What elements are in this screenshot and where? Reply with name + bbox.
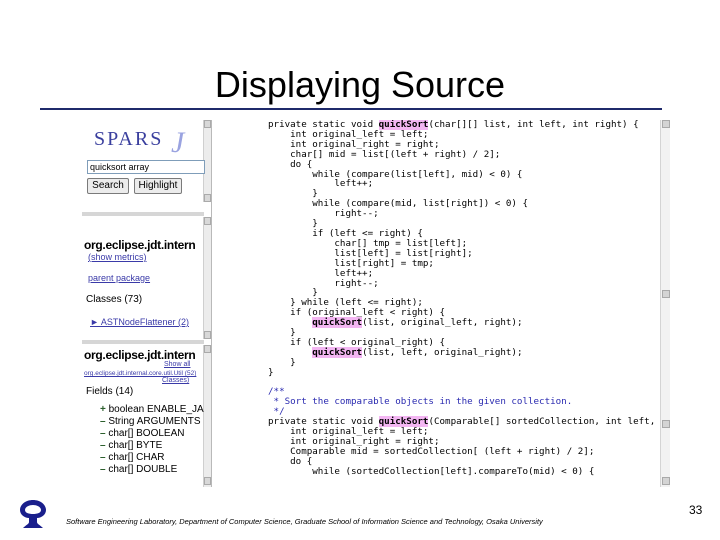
field-item[interactable]: + boolean ENABLE_JA (100, 404, 204, 415)
page-number: 33 (689, 503, 703, 517)
scroll-down-icon[interactable] (662, 477, 670, 485)
code-comment: * Sort the comparable objects in the giv… (268, 396, 573, 408)
classes-link[interactable]: Classes) (162, 377, 189, 384)
field-label: char[] BOOLEAN (108, 428, 185, 439)
sidebar-bottom-scrollbar[interactable] (203, 345, 211, 487)
osaka-university-logo (20, 500, 46, 528)
field-item[interactable]: – String ARGUMENTS (100, 416, 201, 427)
code-text: } (268, 366, 274, 378)
code-text: (Comparable[] sortedCollection, int left… (428, 416, 670, 428)
field-item[interactable]: – char[] DOUBLE (100, 464, 177, 475)
field-item[interactable]: – char[] BOOLEAN (100, 428, 184, 439)
field-label: char[] BYTE (108, 440, 163, 451)
code-line: char[] mid = list[(left + right) / 2]; (268, 149, 670, 160)
classes-heading: Classes (73) (86, 294, 143, 305)
scroll-thumb[interactable] (662, 420, 670, 428)
code-line: Comparable mid = sortedCollection[ (left… (268, 445, 670, 457)
package-name: org.eclipse.jdt.intern (84, 348, 196, 362)
sidebar-middle-scrollbar[interactable] (203, 217, 211, 339)
code-line: * Sort the comparable objects in the giv… (268, 397, 670, 407)
class-item[interactable]: ► ASTNodeFlattener (2) (90, 317, 189, 327)
logo-text: SPARS (94, 128, 164, 150)
package-name: org.eclipse.jdt.intern (84, 238, 196, 252)
logo-j: J (171, 126, 187, 159)
scroll-up-icon[interactable] (204, 217, 211, 225)
field-label: char[] DOUBLE (108, 464, 178, 475)
fields-heading: Fields (14) (86, 386, 134, 397)
code-text: (list, left, original_right); (362, 346, 523, 358)
field-access-marker: + (100, 404, 109, 415)
field-label: String ARGUMENTS (108, 416, 201, 427)
frame-divider[interactable] (82, 340, 204, 344)
scroll-down-icon[interactable] (204, 477, 211, 485)
field-label: boolean ENABLE_JA (108, 404, 204, 415)
code-line: quickSort(list, left, original_right); (268, 346, 670, 358)
source-code-view: private static void quickSort(char[][] l… (213, 120, 670, 487)
scroll-up-icon[interactable] (204, 120, 211, 128)
title-divider (40, 108, 662, 110)
code-line: quickSort(list, original_left, right); (268, 317, 670, 329)
field-item[interactable]: – char[] BYTE (100, 440, 162, 451)
browser-sidebar: SPARS J quicksort array Search Highlight… (82, 120, 212, 487)
search-button[interactable]: Search (87, 178, 129, 194)
code-text: Comparable mid = sortedCollection[ (left… (268, 445, 595, 457)
show-all-link[interactable]: Show all (164, 361, 190, 368)
code-line: while (sortedCollection[left].compareTo(… (268, 465, 670, 477)
highlighted-match[interactable]: quickSort (312, 317, 363, 329)
code-line: right--; (268, 278, 670, 289)
code-text: (char[][] list, int left, int right) { (428, 120, 639, 130)
scroll-thumb[interactable] (662, 290, 670, 298)
code-lines: private static void quickSort(char[][] l… (268, 120, 670, 477)
code-scrollbar[interactable] (660, 120, 670, 487)
scroll-down-icon[interactable] (204, 331, 211, 339)
scroll-down-icon[interactable] (204, 194, 211, 202)
field-item[interactable]: – char[] CHAR (100, 452, 164, 463)
highlight-button[interactable]: Highlight (134, 178, 182, 194)
highlighted-match[interactable]: quickSort (312, 346, 363, 358)
frame-divider[interactable] (82, 212, 204, 216)
parent-package-link[interactable]: parent package (88, 273, 150, 283)
screenshot-window: SPARS J quicksort array Search Highlight… (82, 120, 670, 487)
field-label: char[] CHAR (108, 452, 165, 463)
slide-title: Displaying Source (214, 64, 506, 105)
spars-logo: SPARS J (94, 126, 184, 159)
code-line: } (268, 357, 670, 368)
class-path-link[interactable]: org.eclipse.jdt.internal.core.util.Util … (84, 370, 204, 377)
code-line: } (268, 366, 670, 378)
scroll-up-icon[interactable] (662, 120, 670, 128)
code-line: left++; (268, 179, 670, 189)
code-text: (list, original_left, right); (362, 317, 523, 329)
code-text: while (sortedCollection[left].compareTo(… (268, 465, 595, 477)
scroll-up-icon[interactable] (204, 345, 211, 353)
code-line: right--; (268, 209, 670, 219)
footer-affiliation: Software Engineering Laboratory, Departm… (66, 517, 543, 526)
show-metrics-link[interactable]: (show metrics) (88, 252, 147, 262)
search-input[interactable]: quicksort array (87, 160, 205, 174)
